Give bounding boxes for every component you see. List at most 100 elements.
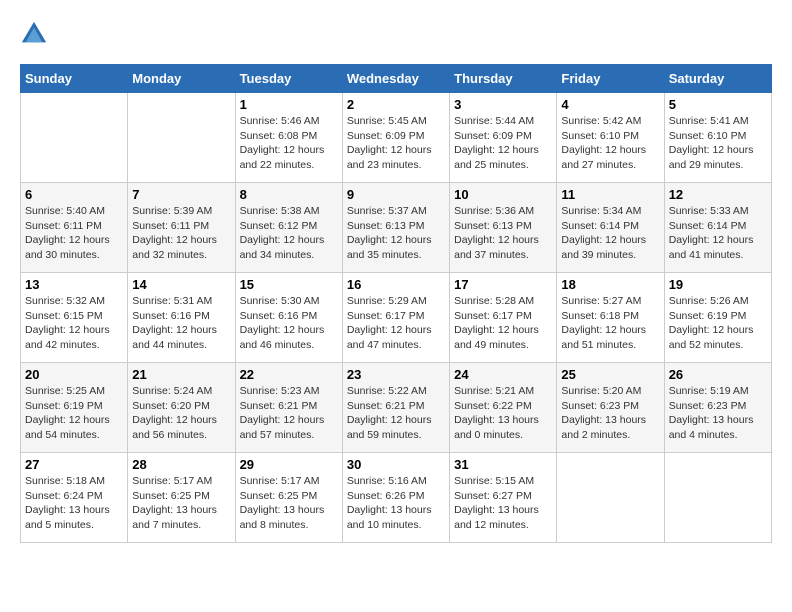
calendar-cell: 12 Sunrise: 5:33 AM Sunset: 6:14 PM Dayl…	[664, 183, 771, 273]
calendar-cell: 17 Sunrise: 5:28 AM Sunset: 6:17 PM Dayl…	[450, 273, 557, 363]
calendar-cell: 21 Sunrise: 5:24 AM Sunset: 6:20 PM Dayl…	[128, 363, 235, 453]
calendar-cell: 22 Sunrise: 5:23 AM Sunset: 6:21 PM Dayl…	[235, 363, 342, 453]
day-info: Sunrise: 5:16 AM Sunset: 6:26 PM Dayligh…	[347, 474, 445, 533]
daylight: Daylight: 12 hours and 27 minutes.	[561, 144, 646, 171]
calendar-cell: 5 Sunrise: 5:41 AM Sunset: 6:10 PM Dayli…	[664, 93, 771, 183]
calendar-week: 1 Sunrise: 5:46 AM Sunset: 6:08 PM Dayli…	[21, 93, 772, 183]
sunset: Sunset: 6:11 PM	[25, 220, 102, 232]
calendar-cell	[664, 453, 771, 543]
calendar-cell: 9 Sunrise: 5:37 AM Sunset: 6:13 PM Dayli…	[342, 183, 449, 273]
sunset: Sunset: 6:09 PM	[347, 130, 425, 142]
daylight: Daylight: 12 hours and 49 minutes.	[454, 324, 539, 351]
calendar-cell: 10 Sunrise: 5:36 AM Sunset: 6:13 PM Dayl…	[450, 183, 557, 273]
day-number: 17	[454, 277, 552, 292]
sunrise: Sunrise: 5:36 AM	[454, 205, 534, 217]
sunset: Sunset: 6:14 PM	[669, 220, 747, 232]
sunrise: Sunrise: 5:33 AM	[669, 205, 749, 217]
sunrise: Sunrise: 5:38 AM	[240, 205, 320, 217]
daylight: Daylight: 12 hours and 56 minutes.	[132, 414, 217, 441]
day-number: 10	[454, 187, 552, 202]
day-info: Sunrise: 5:33 AM Sunset: 6:14 PM Dayligh…	[669, 204, 767, 263]
header-day: Sunday	[21, 65, 128, 93]
sunset: Sunset: 6:10 PM	[669, 130, 747, 142]
sunset: Sunset: 6:25 PM	[132, 490, 210, 502]
daylight: Daylight: 13 hours and 2 minutes.	[561, 414, 646, 441]
calendar-cell: 2 Sunrise: 5:45 AM Sunset: 6:09 PM Dayli…	[342, 93, 449, 183]
sunset: Sunset: 6:26 PM	[347, 490, 425, 502]
sunrise: Sunrise: 5:16 AM	[347, 475, 427, 487]
sunset: Sunset: 6:24 PM	[25, 490, 103, 502]
day-number: 30	[347, 457, 445, 472]
calendar-cell: 23 Sunrise: 5:22 AM Sunset: 6:21 PM Dayl…	[342, 363, 449, 453]
sunrise: Sunrise: 5:24 AM	[132, 385, 212, 397]
day-info: Sunrise: 5:31 AM Sunset: 6:16 PM Dayligh…	[132, 294, 230, 353]
sunrise: Sunrise: 5:40 AM	[25, 205, 105, 217]
day-number: 25	[561, 367, 659, 382]
header-day: Saturday	[664, 65, 771, 93]
day-number: 16	[347, 277, 445, 292]
day-number: 14	[132, 277, 230, 292]
calendar-week: 6 Sunrise: 5:40 AM Sunset: 6:11 PM Dayli…	[21, 183, 772, 273]
calendar-week: 27 Sunrise: 5:18 AM Sunset: 6:24 PM Dayl…	[21, 453, 772, 543]
calendar-cell: 16 Sunrise: 5:29 AM Sunset: 6:17 PM Dayl…	[342, 273, 449, 363]
day-number: 8	[240, 187, 338, 202]
calendar-cell: 24 Sunrise: 5:21 AM Sunset: 6:22 PM Dayl…	[450, 363, 557, 453]
calendar-cell	[557, 453, 664, 543]
calendar-cell	[21, 93, 128, 183]
sunset: Sunset: 6:08 PM	[240, 130, 318, 142]
sunrise: Sunrise: 5:19 AM	[669, 385, 749, 397]
logo	[20, 20, 52, 48]
daylight: Daylight: 12 hours and 39 minutes.	[561, 234, 646, 261]
day-info: Sunrise: 5:41 AM Sunset: 6:10 PM Dayligh…	[669, 114, 767, 173]
calendar-cell: 19 Sunrise: 5:26 AM Sunset: 6:19 PM Dayl…	[664, 273, 771, 363]
daylight: Daylight: 13 hours and 0 minutes.	[454, 414, 539, 441]
logo-icon	[20, 20, 48, 48]
daylight: Daylight: 12 hours and 30 minutes.	[25, 234, 110, 261]
sunrise: Sunrise: 5:37 AM	[347, 205, 427, 217]
day-info: Sunrise: 5:42 AM Sunset: 6:10 PM Dayligh…	[561, 114, 659, 173]
calendar-week: 13 Sunrise: 5:32 AM Sunset: 6:15 PM Dayl…	[21, 273, 772, 363]
daylight: Daylight: 13 hours and 8 minutes.	[240, 504, 325, 531]
sunset: Sunset: 6:11 PM	[132, 220, 209, 232]
day-info: Sunrise: 5:21 AM Sunset: 6:22 PM Dayligh…	[454, 384, 552, 443]
header-row: SundayMondayTuesdayWednesdayThursdayFrid…	[21, 65, 772, 93]
sunrise: Sunrise: 5:17 AM	[240, 475, 320, 487]
sunrise: Sunrise: 5:21 AM	[454, 385, 534, 397]
header-day: Monday	[128, 65, 235, 93]
calendar-cell: 25 Sunrise: 5:20 AM Sunset: 6:23 PM Dayl…	[557, 363, 664, 453]
sunrise: Sunrise: 5:22 AM	[347, 385, 427, 397]
daylight: Daylight: 12 hours and 52 minutes.	[669, 324, 754, 351]
sunrise: Sunrise: 5:28 AM	[454, 295, 534, 307]
calendar-cell: 15 Sunrise: 5:30 AM Sunset: 6:16 PM Dayl…	[235, 273, 342, 363]
sunrise: Sunrise: 5:32 AM	[25, 295, 105, 307]
daylight: Daylight: 12 hours and 47 minutes.	[347, 324, 432, 351]
calendar-cell: 31 Sunrise: 5:15 AM Sunset: 6:27 PM Dayl…	[450, 453, 557, 543]
day-number: 12	[669, 187, 767, 202]
sunrise: Sunrise: 5:29 AM	[347, 295, 427, 307]
sunset: Sunset: 6:10 PM	[561, 130, 639, 142]
sunset: Sunset: 6:12 PM	[240, 220, 318, 232]
sunrise: Sunrise: 5:26 AM	[669, 295, 749, 307]
sunset: Sunset: 6:19 PM	[25, 400, 103, 412]
day-number: 20	[25, 367, 123, 382]
daylight: Daylight: 12 hours and 32 minutes.	[132, 234, 217, 261]
sunrise: Sunrise: 5:20 AM	[561, 385, 641, 397]
sunset: Sunset: 6:23 PM	[669, 400, 747, 412]
daylight: Daylight: 13 hours and 7 minutes.	[132, 504, 217, 531]
day-number: 4	[561, 97, 659, 112]
sunset: Sunset: 6:17 PM	[454, 310, 532, 322]
calendar-cell: 6 Sunrise: 5:40 AM Sunset: 6:11 PM Dayli…	[21, 183, 128, 273]
header-day: Thursday	[450, 65, 557, 93]
sunset: Sunset: 6:09 PM	[454, 130, 532, 142]
page-header	[20, 20, 772, 48]
sunset: Sunset: 6:21 PM	[240, 400, 318, 412]
header-day: Wednesday	[342, 65, 449, 93]
calendar-week: 20 Sunrise: 5:25 AM Sunset: 6:19 PM Dayl…	[21, 363, 772, 453]
day-number: 28	[132, 457, 230, 472]
day-number: 1	[240, 97, 338, 112]
sunset: Sunset: 6:18 PM	[561, 310, 639, 322]
calendar-cell: 18 Sunrise: 5:27 AM Sunset: 6:18 PM Dayl…	[557, 273, 664, 363]
calendar-cell: 3 Sunrise: 5:44 AM Sunset: 6:09 PM Dayli…	[450, 93, 557, 183]
day-number: 22	[240, 367, 338, 382]
day-info: Sunrise: 5:22 AM Sunset: 6:21 PM Dayligh…	[347, 384, 445, 443]
